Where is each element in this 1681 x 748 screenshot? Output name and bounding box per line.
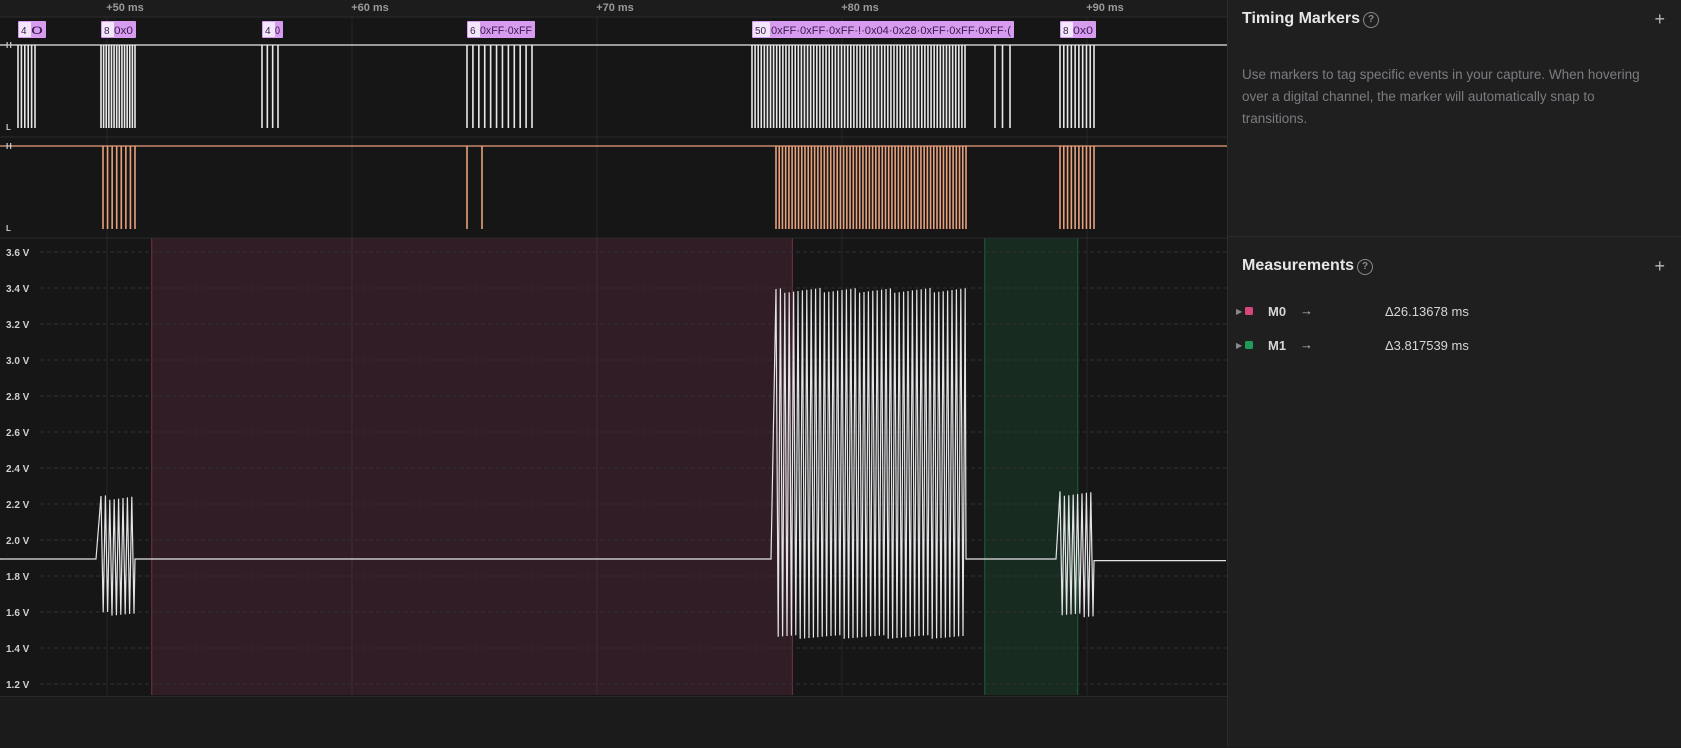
timing-markers-section: Timing Markers ? + Use markers to tag sp… [1228, 0, 1681, 236]
decoder-frame-text: 0x0 [1073, 25, 1093, 37]
voltage-axis-label: 2.0 V [6, 536, 30, 547]
time-tick-label: +90 ms [1086, 2, 1124, 14]
measurement-value: Δ3.817539 ms [1385, 338, 1469, 353]
measurement-value: Δ26.13678 ms [1385, 304, 1469, 319]
voltage-axis-label: 3.6 V [6, 248, 30, 259]
time-tick-label: +60 ms [351, 2, 389, 14]
help-icon[interactable]: ? [1357, 259, 1373, 275]
measurement-name: M1 [1268, 338, 1287, 353]
channel-high-label: H [6, 41, 12, 50]
measurement-row-m1[interactable]: ▶ M1 → Δ3.817539 ms [1228, 332, 1681, 362]
voltage-axis-label: 2.2 V [6, 500, 30, 511]
voltage-axis-label: 1.8 V [6, 572, 30, 583]
voltage-axis-label: 3.4 V [6, 284, 30, 295]
decoder-frame-text: 0xFF·0xFF·0xFF·!·0x04·0x28·0xFF·0xFF·0xF… [771, 25, 1011, 37]
decoder-frame-text: 0 [31, 25, 43, 37]
measurements-section: Measurements ? + ▶ M0 → Δ26.13678 ms ▶ M… [1228, 237, 1681, 637]
color-swatch[interactable] [1245, 307, 1253, 315]
arrow-right-icon: → [1300, 337, 1313, 352]
measurement-row-m0[interactable]: ▶ M0 → Δ26.13678 ms [1228, 298, 1681, 328]
decoder-frame-text: 0 [275, 25, 280, 37]
voltage-axis-label: 3.0 V [6, 356, 30, 367]
decoder-frame-count-text: 8 [104, 26, 110, 37]
timing-markers-description: Use markers to tag specific events in yo… [1242, 67, 1640, 126]
time-tick-label: +70 ms [596, 2, 634, 14]
decoder-frame-count-text: 8 [1063, 26, 1069, 37]
bottom-strip [0, 696, 1227, 748]
channel-low-label: L [6, 123, 11, 132]
expand-caret-icon[interactable]: ▶ [1236, 307, 1242, 316]
time-tick-label: +50 ms [106, 2, 144, 14]
voltage-axis-label: 1.4 V [6, 644, 30, 655]
voltage-axis-label: 1.6 V [6, 608, 30, 619]
measurement-region[interactable] [984, 238, 1078, 695]
voltage-axis-label: 3.2 V [6, 320, 30, 331]
decoder-frame-count-text: 4 [21, 26, 27, 37]
timing-markers-title: Timing Markers [1242, 10, 1360, 27]
arrow-right-icon: → [1300, 303, 1313, 318]
decoder-frame-count-text: 4 [265, 26, 271, 37]
voltage-axis-label: 2.4 V [6, 464, 30, 475]
help-icon[interactable]: ? [1363, 12, 1379, 28]
side-panel: Timing Markers ? + Use markers to tag sp… [1227, 0, 1681, 747]
waveform-canvas[interactable]: +50 ms +60 ms +70 ms +80 ms +90 ms4 0 8 0x0 4 0 6 0… [0, 0, 1227, 747]
decoder-frame-count-text: 50 [755, 26, 767, 37]
channel-high-label: H [6, 142, 12, 151]
voltage-axis-label: 2.8 V [6, 392, 30, 403]
measurements-title: Measurements [1242, 257, 1355, 274]
decoder-frame-text: 0xFF·0xFF [480, 25, 532, 37]
measurement-name: M0 [1268, 304, 1287, 319]
voltage-axis-label: 2.6 V [6, 428, 30, 439]
voltage-axis-label: 1.2 V [6, 680, 30, 691]
add-measurement-icon[interactable]: + [1654, 257, 1665, 275]
decoder-frame-text: 0x0 [114, 25, 133, 37]
color-swatch[interactable] [1245, 341, 1253, 349]
channel-low-label: L [6, 224, 11, 233]
time-tick-label: +80 ms [841, 2, 879, 14]
expand-caret-icon[interactable]: ▶ [1236, 341, 1242, 350]
add-marker-icon[interactable]: + [1654, 10, 1665, 28]
measurement-region[interactable] [151, 238, 793, 695]
decoder-frame-count-text: 6 [470, 26, 476, 37]
waveform-viewer[interactable]: +50 ms +60 ms +70 ms +80 ms +90 ms 4 0 8 0x0 4 0 6 0… [0, 0, 1227, 748]
